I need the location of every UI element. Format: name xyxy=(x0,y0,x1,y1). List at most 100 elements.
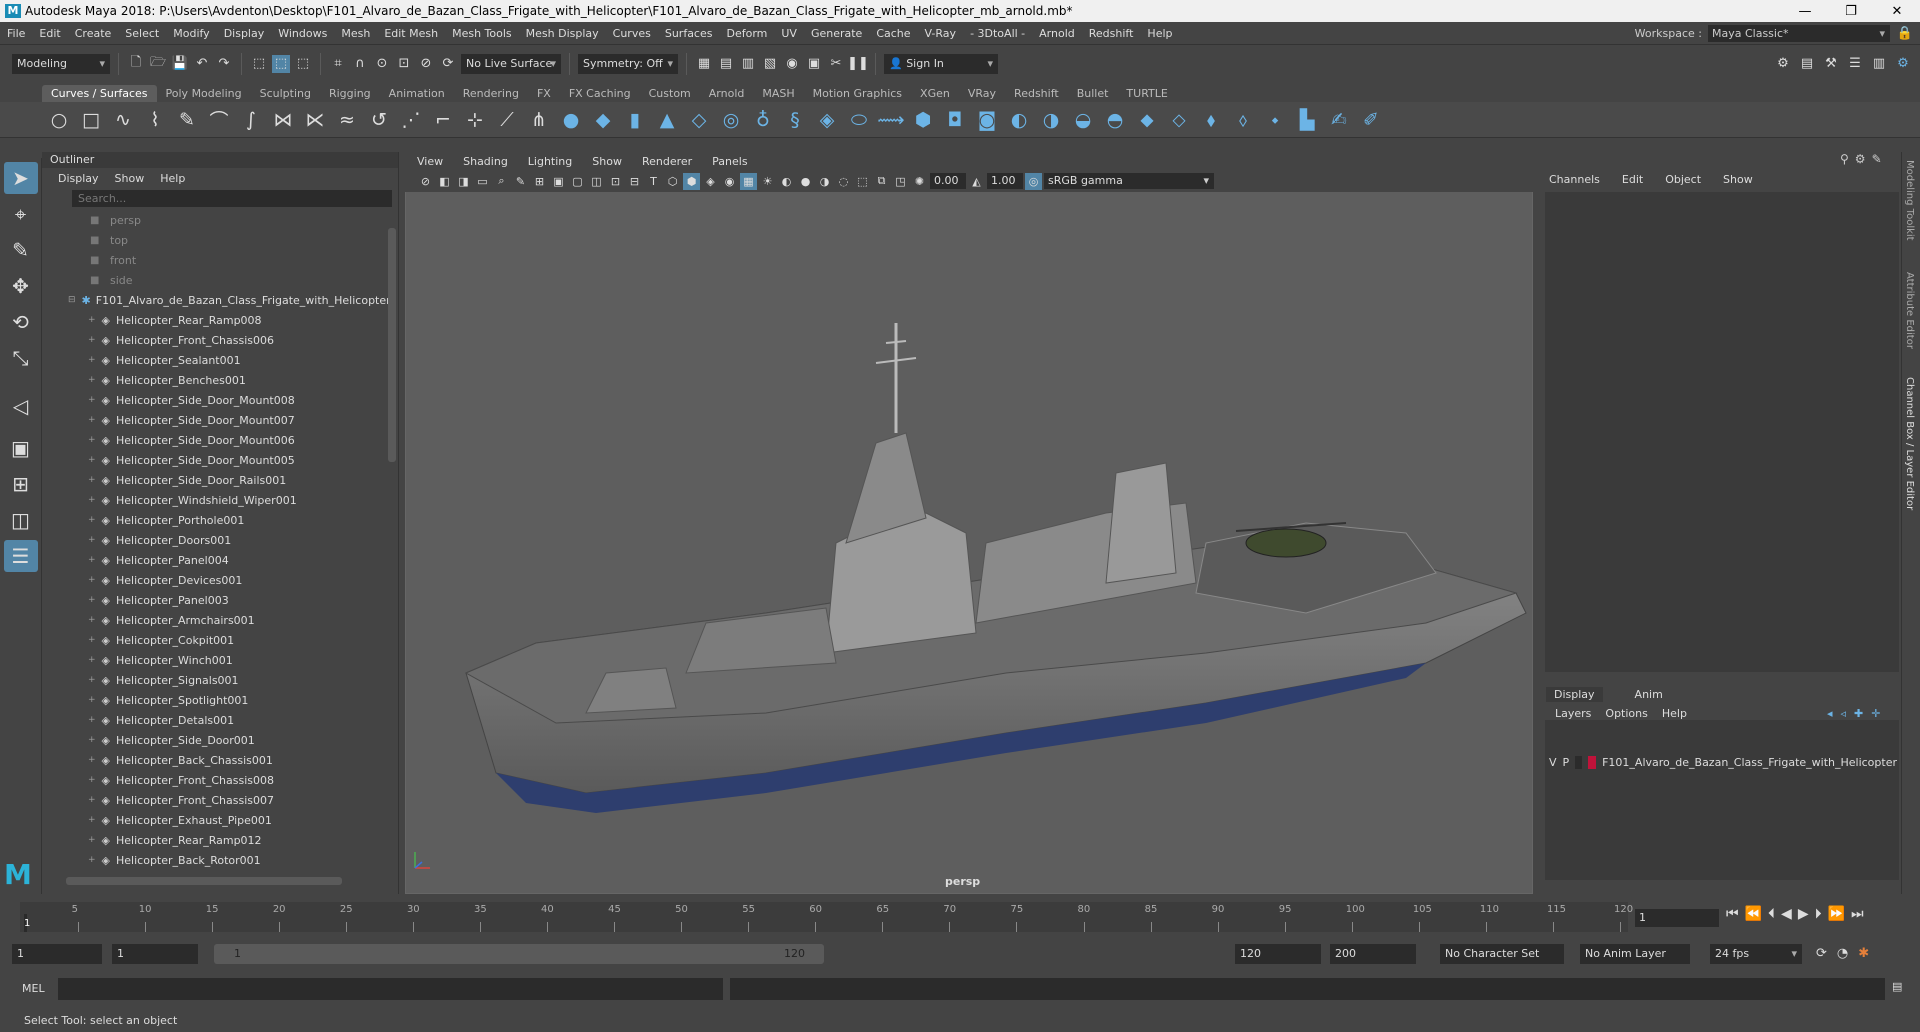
expand-icon[interactable]: + xyxy=(88,415,96,425)
outliner-camera-persp[interactable]: ■ persp xyxy=(50,210,390,230)
scale-tool-icon[interactable]: ⤡ xyxy=(4,342,38,374)
detach-curves-icon[interactable]: ⋉ xyxy=(302,107,328,133)
planar-icon[interactable]: ◈ xyxy=(814,107,840,133)
outliner-item[interactable]: + ◈ Helicopter_Back_Chassis001 xyxy=(50,750,390,770)
expand-icon[interactable]: + xyxy=(88,695,96,705)
expand-icon[interactable]: + xyxy=(88,395,96,405)
nurbs-cone-icon[interactable]: ▲ xyxy=(654,107,680,133)
ambient-occlusion-icon[interactable]: ● xyxy=(797,173,814,190)
fillet-curve-icon[interactable]: ⌐ xyxy=(430,107,456,133)
lock-icon[interactable]: 🔒 xyxy=(1896,24,1914,42)
current-frame-field[interactable]: 1 xyxy=(1635,909,1719,927)
snap-grid-icon[interactable]: ⌗ xyxy=(329,55,347,73)
cut-curve-icon[interactable]: ⋔ xyxy=(526,107,552,133)
outliner-item[interactable]: + ◈ Helicopter_Spotlight001 xyxy=(50,690,390,710)
select-icon[interactable]: ⚲ xyxy=(1840,152,1849,166)
image-plane-icon[interactable]: ▭ xyxy=(474,173,491,190)
menu-set-dropdown[interactable]: Modeling xyxy=(12,53,110,74)
outliner-item[interactable]: + ◈ Helicopter_Front_Chassis007 xyxy=(50,790,390,810)
outliner-item[interactable]: + ◈ Helicopter_Panel004 xyxy=(50,550,390,570)
detach-surfaces-icon[interactable]: ⬨ xyxy=(1230,107,1256,133)
outliner-item[interactable]: + ◈ Helicopter_Front_Chassis008 xyxy=(50,770,390,790)
nurbs-plane-icon[interactable]: ◇ xyxy=(686,107,712,133)
layer-visibility-toggle[interactable]: V xyxy=(1549,756,1557,769)
menu-arnold[interactable]: Arnold xyxy=(1032,27,1082,40)
channel-box-icon[interactable]: ☰ xyxy=(1846,55,1864,73)
textured-icon[interactable]: ◉ xyxy=(721,173,738,190)
select-hierarchy-icon[interactable]: ⬚ xyxy=(250,55,268,73)
outliner-camera-front[interactable]: ■ front xyxy=(50,250,390,270)
frigate-model[interactable] xyxy=(406,153,1534,895)
outliner-vertical-scrollbar[interactable] xyxy=(388,228,396,462)
expand-icon[interactable]: + xyxy=(88,815,96,825)
wireframe-icon[interactable]: ⬡ xyxy=(664,173,681,190)
bezier-curve-icon[interactable]: ∫ xyxy=(238,107,264,133)
side-by-side-view-icon[interactable]: ◫ xyxy=(4,504,38,536)
outliner-item[interactable]: + ◈ Helicopter_Side_Door_Mount007 xyxy=(50,410,390,430)
range-slider[interactable]: 1 120 xyxy=(214,944,824,964)
menu-surfaces[interactable]: Surfaces xyxy=(658,27,720,40)
lights-icon[interactable]: ☀ xyxy=(759,173,776,190)
expand-icon[interactable]: + xyxy=(88,535,96,545)
outliner-group-frigate[interactable]: ⊟ ✱ F101_Alvaro_de_Bazan_Class_Frigate_wit… xyxy=(50,290,390,310)
extrude-icon[interactable]: ⬭ xyxy=(846,107,872,133)
open-scene-icon[interactable]: 🗁 xyxy=(149,55,167,73)
insert-knot-icon[interactable]: ⊹ xyxy=(462,107,488,133)
rebuild-surfaces-icon[interactable]: ▙ xyxy=(1294,107,1320,133)
step-back-key-icon[interactable]: ⏪ xyxy=(1745,906,1762,922)
settings-icon[interactable]: ⚙ xyxy=(1894,55,1912,73)
outliner-menu-show[interactable]: Show xyxy=(115,172,145,185)
outliner-item[interactable]: + ◈ Helicopter_Front_Chassis006 xyxy=(50,330,390,350)
menu-mesh-tools[interactable]: Mesh Tools xyxy=(445,27,519,40)
viewport-menu-renderer[interactable]: Renderer xyxy=(642,155,692,168)
gate-mask-icon[interactable]: ◫ xyxy=(588,173,605,190)
shelf-tab-arnold[interactable]: Arnold xyxy=(700,85,754,102)
expand-icon[interactable]: + xyxy=(88,555,96,565)
mel-label[interactable]: MEL xyxy=(22,982,45,995)
expand-icon[interactable]: + xyxy=(88,795,96,805)
expand-icon[interactable]: + xyxy=(88,635,96,645)
outliner-item[interactable]: + ◈ Helicopter_Benches001 xyxy=(50,370,390,390)
xray-joints-icon[interactable]: ⧉ xyxy=(873,173,890,190)
shelf-tab-custom[interactable]: Custom xyxy=(640,85,700,102)
expand-icon[interactable]: + xyxy=(88,715,96,725)
step-forward-key-icon[interactable]: ⏩ xyxy=(1828,906,1845,922)
arnold-render-icon[interactable]: ✂ xyxy=(827,55,845,73)
edit-menu[interactable]: Edit xyxy=(1622,173,1643,186)
shelf-tab-curves-surfaces[interactable]: Curves / Surfaces xyxy=(42,85,157,102)
snap-curve-icon[interactable]: ∩ xyxy=(351,55,369,73)
auto-key-icon[interactable]: ◔ xyxy=(1837,946,1848,961)
snap-pivot-icon[interactable]: ⟳ xyxy=(439,55,457,73)
hypershade-icon[interactable]: ▣ xyxy=(805,55,823,73)
exposure-icon[interactable]: ✺ xyxy=(911,173,928,190)
attribute-editor-icon[interactable]: ▤ xyxy=(1798,55,1816,73)
exposure-field[interactable]: 0.00 xyxy=(930,173,966,189)
side-tab-attribute-editor[interactable]: Attribute Editor xyxy=(1904,272,1915,349)
lasso-tool-icon[interactable]: ⌖ xyxy=(4,198,38,230)
minimize-button[interactable]: — xyxy=(1782,4,1828,19)
show-menu[interactable]: Show xyxy=(1723,173,1753,186)
arc-icon[interactable]: ⌒ xyxy=(206,107,232,133)
scene-start-field[interactable]: 1 xyxy=(12,944,102,964)
nurbs-circle-icon[interactable]: ○ xyxy=(46,107,72,133)
color-management-icon[interactable]: ◎ xyxy=(1025,172,1042,190)
sculpt-geometry-icon[interactable]: ✍ xyxy=(1326,107,1352,133)
outliner-item[interactable]: + ◈ Helicopter_Exhaust_Pipe001 xyxy=(50,810,390,830)
outliner-item[interactable]: + ◈ Helicopter_Side_Door001 xyxy=(50,730,390,750)
nurbs-cube-icon[interactable]: ◆ xyxy=(590,107,616,133)
outliner-item[interactable]: + ◈ Helicopter_Signals001 xyxy=(50,670,390,690)
ep-curve-icon[interactable]: ⌇ xyxy=(142,107,168,133)
reverse-curve-icon[interactable]: ↺ xyxy=(366,107,392,133)
grease-pencil-icon[interactable]: ✎ xyxy=(512,173,529,190)
snap-view-icon[interactable]: ⊡ xyxy=(395,55,413,73)
new-layer-icon[interactable]: ✚ xyxy=(1854,707,1863,720)
outliner-item[interactable]: + ◈ Helicopter_Back_Rotor001 xyxy=(50,850,390,870)
viewport-menu-lighting[interactable]: Lighting xyxy=(528,155,572,168)
outliner-item[interactable]: + ◈ Helicopter_Rear_Ramp012 xyxy=(50,830,390,850)
last-tool-icon[interactable]: ◁ xyxy=(4,390,38,422)
outliner-item[interactable]: + ◈ Helicopter_Winch001 xyxy=(50,650,390,670)
cv-curve-icon[interactable]: ∿ xyxy=(110,107,136,133)
project-curve-icon[interactable]: ◑ xyxy=(1038,107,1064,133)
collapse-icon[interactable]: ⊟ xyxy=(68,295,76,305)
menu-generate[interactable]: Generate xyxy=(804,27,869,40)
